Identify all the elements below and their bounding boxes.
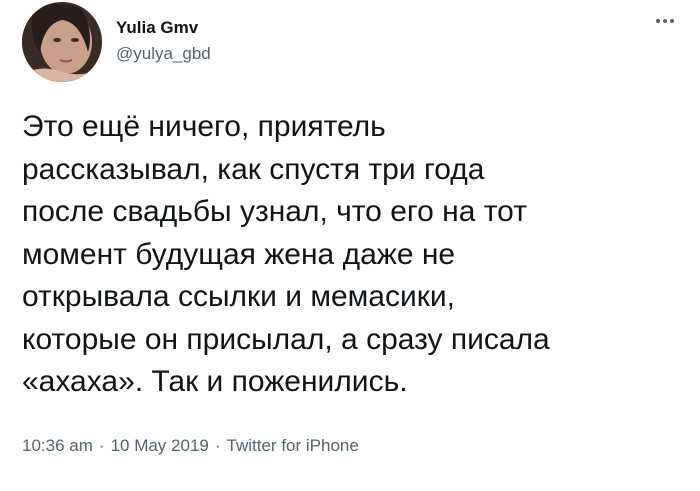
tweet-text-line: открывала ссылки и мемасики, — [22, 280, 455, 313]
ellipsis-icon — [670, 19, 674, 23]
tweet-text-line: рассказывал, как спустя три года — [22, 152, 485, 186]
tweet-time[interactable]: 10:36 am — [22, 436, 93, 455]
profile-photo-icon — [22, 2, 102, 82]
author-display-name[interactable]: Yulia Gmv — [116, 18, 198, 38]
more-options-button[interactable] — [650, 10, 680, 32]
tweet-text-line: Это ещё ничего, приятель — [22, 110, 386, 143]
tweet-text-line: которые он присылал, а сразу писала — [22, 322, 550, 356]
tweet-text-line: после свадьбы узнал, что его на тот — [22, 195, 527, 228]
avatar[interactable] — [22, 2, 102, 82]
tweet-source[interactable]: Twitter for iPhone — [227, 436, 359, 455]
ellipsis-icon — [656, 19, 660, 23]
tweet-meta: 10:36 am · 10 May 2019 · Twitter for iPhone — [22, 436, 359, 456]
tweet-card: Yulia Gmv @yulya_gbd Это ещё ничего, при… — [0, 0, 700, 491]
tweet-text-line: «ахаха». Так и поженились. — [22, 365, 408, 398]
ellipsis-icon — [663, 19, 667, 23]
tweet-date[interactable]: 10 May 2019 — [111, 436, 209, 455]
meta-separator: · — [214, 436, 221, 455]
tweet-text: Это ещё ничего, приятель рассказывал, ка… — [22, 106, 682, 404]
tweet-text-line: момент будущая жена даже не — [22, 237, 456, 271]
author-handle[interactable]: @yulya_gbd — [116, 44, 211, 64]
meta-separator: · — [98, 436, 105, 455]
